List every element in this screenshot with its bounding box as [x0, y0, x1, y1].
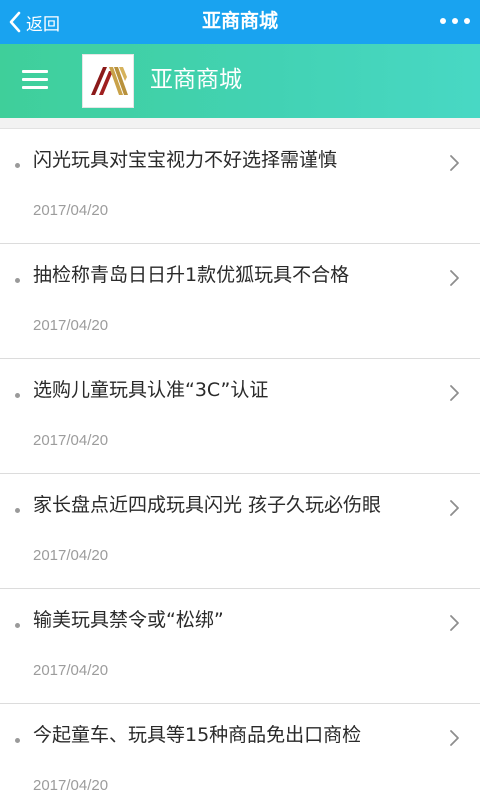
article-title: 抽检称青岛日日升1款优狐玩具不合格 — [33, 264, 350, 286]
back-button[interactable]: 返回 — [8, 0, 60, 44]
chevron-right-icon — [450, 270, 459, 286]
article-title: 家长盘点近四成玩具闪光 孩子久玩必伤眼 — [33, 494, 382, 516]
article-date: 2017/04/20 — [33, 547, 109, 564]
article-title: 选购儿童玩具认准“3C”认证 — [33, 379, 269, 401]
chevron-right-icon — [450, 385, 459, 401]
back-label: 返回 — [26, 14, 60, 35]
list-item[interactable]: 闪光玩具对宝宝视力不好选择需谨慎 2017/04/20 — [0, 129, 480, 244]
more-dot — [452, 18, 458, 24]
hamburger-line — [22, 86, 48, 89]
article-list: 闪光玩具对宝宝视力不好选择需谨慎 2017/04/20 抽检称青岛日日升1款优狐玩具… — [0, 128, 480, 800]
article-date: 2017/04/20 — [33, 662, 109, 679]
brand-logo[interactable] — [82, 54, 134, 108]
list-item[interactable]: 今起童车、玩具等15种商品免出口商检 2017/04/20 — [0, 704, 480, 800]
bullet-dot — [15, 508, 20, 513]
hamburger-menu-icon[interactable] — [22, 68, 48, 92]
hamburger-line — [22, 70, 48, 73]
article-title: 今起童车、玩具等15种商品免出口商检 — [33, 724, 362, 746]
article-date: 2017/04/20 — [33, 432, 109, 449]
article-title: 输美玩具禁令或“松绑” — [33, 609, 224, 631]
list-item[interactable]: 输美玩具禁令或“松绑” 2017/04/20 — [0, 589, 480, 704]
more-dot — [464, 18, 470, 24]
chevron-right-icon — [450, 500, 459, 516]
brand-name: 亚商商城 — [150, 67, 242, 93]
list-item[interactable]: 家长盘点近四成玩具闪光 孩子久玩必伤眼 2017/04/20 — [0, 474, 480, 589]
bullet-dot — [15, 738, 20, 743]
bullet-dot — [15, 623, 20, 628]
brand-header: 亚商商城 — [0, 44, 480, 118]
bullet-dot — [15, 278, 20, 283]
list-item[interactable]: 选购儿童玩具认准“3C”认证 2017/04/20 — [0, 359, 480, 474]
brand-logo-icon — [91, 67, 128, 95]
list-item[interactable]: 抽检称青岛日日升1款优狐玩具不合格 2017/04/20 — [0, 244, 480, 359]
chevron-right-icon — [450, 730, 459, 746]
chevron-right-icon — [450, 615, 459, 631]
bullet-dot — [15, 163, 20, 168]
bullet-dot — [15, 393, 20, 398]
chevron-left-icon — [9, 11, 21, 33]
top-nav-bar: 返回 亚商商城 — [0, 0, 480, 44]
article-title: 闪光玩具对宝宝视力不好选择需谨慎 — [33, 149, 338, 171]
page-title: 亚商商城 — [201, 10, 278, 32]
article-date: 2017/04/20 — [33, 317, 109, 334]
more-dot — [440, 18, 446, 24]
hamburger-line — [22, 78, 48, 81]
chevron-right-icon — [450, 155, 459, 171]
article-date: 2017/04/20 — [33, 777, 109, 794]
article-date: 2017/04/20 — [33, 202, 109, 219]
more-dots-icon[interactable] — [440, 10, 470, 32]
